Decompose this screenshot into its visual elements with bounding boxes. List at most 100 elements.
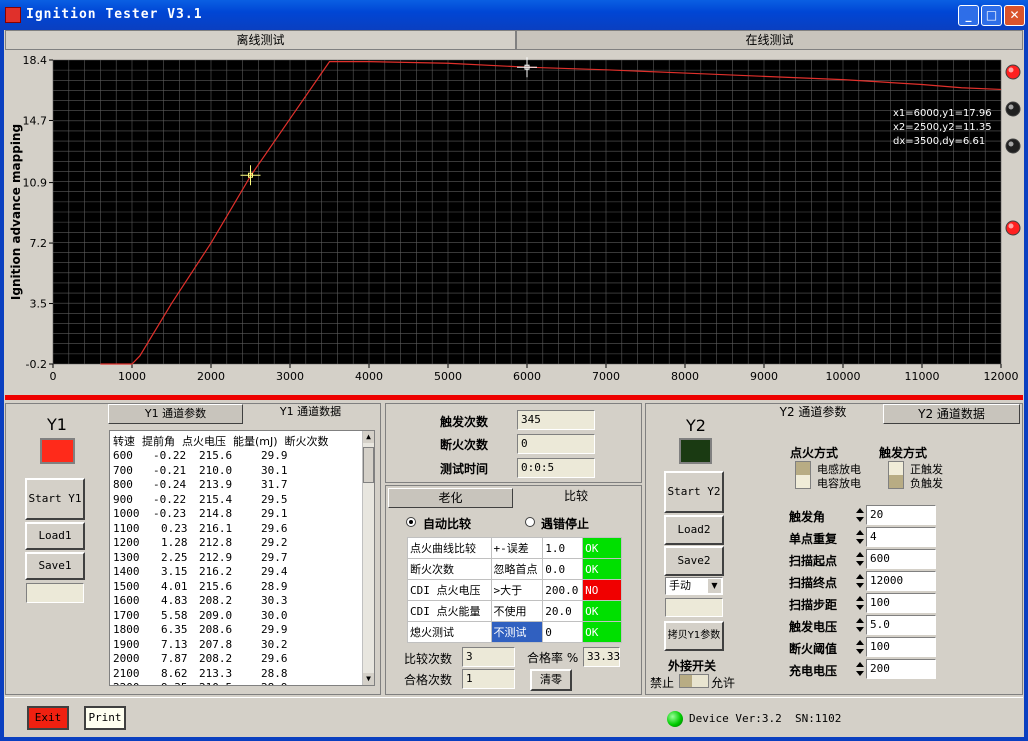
scroll-down-icon[interactable]: ▼ bbox=[363, 673, 374, 685]
list-scrollbar[interactable]: ▲ ▼ bbox=[362, 431, 374, 685]
x-tick-label: 4000 bbox=[355, 370, 383, 383]
device-info: Device Ver:3.2 SN:1102 bbox=[689, 712, 842, 725]
spin-down-icon[interactable] bbox=[856, 649, 864, 654]
compare-cell-value[interactable]: 0.0 bbox=[542, 558, 584, 580]
compare-cell-mode[interactable]: +-误差 bbox=[490, 537, 544, 559]
list-cell: 800 bbox=[113, 478, 133, 491]
param-spinner[interactable] bbox=[856, 506, 865, 526]
list-cell: 213.9 bbox=[199, 478, 233, 491]
chevron-down-icon[interactable]: ▼ bbox=[708, 579, 721, 593]
save1-button[interactable]: Save1 bbox=[25, 552, 85, 580]
tab-y1-params[interactable]: Y1 通道参数 bbox=[108, 404, 243, 424]
spin-down-icon[interactable] bbox=[856, 561, 864, 566]
y2-status-led bbox=[679, 438, 712, 464]
save2-button[interactable]: Save2 bbox=[664, 546, 724, 576]
param-input[interactable]: 100 bbox=[866, 637, 936, 657]
param-spinner[interactable] bbox=[856, 616, 865, 636]
param-input[interactable]: 200 bbox=[866, 659, 936, 679]
cursor-annotation: x2=2500,y2=11.35 bbox=[893, 122, 992, 133]
param-input[interactable]: 12000 bbox=[866, 571, 936, 591]
list-cell: 210.5 bbox=[199, 681, 232, 685]
compare-cell-result[interactable]: OK bbox=[582, 537, 622, 559]
list-cell: 31.7 bbox=[261, 478, 288, 491]
scroll-up-icon[interactable]: ▲ bbox=[363, 431, 374, 443]
scroll-thumb[interactable] bbox=[363, 447, 374, 483]
param-input[interactable]: 20 bbox=[866, 505, 936, 525]
spin-down-icon[interactable] bbox=[856, 627, 864, 632]
param-input[interactable]: 5.0 bbox=[866, 615, 936, 635]
list-cell: 208.6 bbox=[199, 623, 233, 636]
compare-cell-result[interactable]: OK bbox=[582, 558, 622, 580]
tab-y2-params[interactable]: Y2 通道参数 bbox=[743, 402, 883, 424]
x-tick-label: 10000 bbox=[826, 370, 861, 383]
disable-label: 禁止 bbox=[650, 676, 675, 690]
param-spinner[interactable] bbox=[856, 594, 865, 614]
param-spinner[interactable] bbox=[856, 638, 865, 658]
compare-cell-mode[interactable]: 不测试 bbox=[490, 621, 544, 643]
spin-down-icon[interactable] bbox=[856, 583, 864, 588]
list-cell: 1.28 bbox=[161, 536, 188, 549]
param-spinner[interactable] bbox=[856, 550, 865, 570]
spin-up-icon[interactable] bbox=[856, 662, 864, 667]
close-button[interactable]: ✕ bbox=[1004, 5, 1025, 26]
print-button[interactable]: Print bbox=[84, 706, 126, 730]
compare-cell-result[interactable]: NO bbox=[582, 579, 622, 601]
param-input[interactable]: 600 bbox=[866, 549, 936, 569]
compare-cell-mode[interactable]: 不使用 bbox=[490, 600, 544, 622]
minimize-button[interactable]: _ bbox=[958, 5, 979, 26]
spin-up-icon[interactable] bbox=[856, 508, 864, 513]
spin-up-icon[interactable] bbox=[856, 618, 864, 623]
compare-cell-value[interactable]: 200.0 bbox=[542, 579, 584, 601]
spin-down-icon[interactable] bbox=[856, 605, 864, 610]
param-label: 触发角 bbox=[789, 510, 826, 524]
ign-mode-switch[interactable] bbox=[795, 461, 811, 489]
tab-aging[interactable]: 老化 bbox=[388, 488, 513, 508]
compare-cell-mode[interactable]: 忽略首点 bbox=[490, 558, 544, 580]
list-cell: 7.13 bbox=[161, 637, 188, 651]
copy-y1-params-button[interactable]: 拷贝Y1参数 bbox=[664, 621, 724, 651]
spin-up-icon[interactable] bbox=[856, 552, 864, 557]
trig-mode-switch[interactable] bbox=[888, 461, 904, 489]
spin-down-icon[interactable] bbox=[856, 539, 864, 544]
param-spinner[interactable] bbox=[856, 528, 865, 548]
tab-online-test[interactable]: 在线测试 bbox=[516, 30, 1023, 50]
spin-down-icon[interactable] bbox=[856, 517, 864, 522]
spin-up-icon[interactable] bbox=[856, 530, 864, 535]
compare-cell-value[interactable]: 0 bbox=[542, 621, 584, 643]
list-cell: 29.6 bbox=[261, 652, 288, 665]
param-spinner[interactable] bbox=[856, 572, 865, 592]
tab-compare[interactable]: 比较 bbox=[513, 486, 639, 508]
compare-cell-value[interactable]: 20.0 bbox=[542, 600, 584, 622]
param-input[interactable]: 4 bbox=[866, 527, 936, 547]
param-spinner[interactable] bbox=[856, 660, 865, 680]
load1-button[interactable]: Load1 bbox=[25, 522, 85, 550]
spin-up-icon[interactable] bbox=[856, 574, 864, 579]
clear-button[interactable]: 清零 bbox=[530, 669, 572, 691]
start-y1-button[interactable]: Start Y1 bbox=[25, 478, 85, 520]
maximize-button[interactable]: □ bbox=[981, 5, 1002, 26]
ext-switch-toggle[interactable] bbox=[679, 674, 709, 688]
start-y2-button[interactable]: Start Y2 bbox=[664, 471, 724, 513]
y1-title: Y1 bbox=[47, 415, 67, 434]
load2-button[interactable]: Load2 bbox=[664, 515, 724, 545]
compare-cell-mode[interactable]: >大于 bbox=[490, 579, 544, 601]
indicator-led-highlight bbox=[1008, 223, 1014, 229]
param-input[interactable]: 100 bbox=[866, 593, 936, 613]
spin-up-icon[interactable] bbox=[856, 596, 864, 601]
x-tick-label: 11000 bbox=[905, 370, 940, 383]
radio-auto-compare[interactable] bbox=[406, 517, 416, 527]
tab-offline-test[interactable]: 离线测试 bbox=[5, 30, 516, 50]
compare-cell-result[interactable]: OK bbox=[582, 621, 622, 643]
compare-cell-result[interactable]: OK bbox=[582, 600, 622, 622]
list-cell: 1300 bbox=[113, 550, 140, 564]
radio-stop-on-error[interactable] bbox=[525, 517, 535, 527]
spin-down-icon[interactable] bbox=[856, 671, 864, 676]
mode-select[interactable]: 手动 ▼ bbox=[665, 577, 723, 595]
compare-cell-name: 点火曲线比较 bbox=[407, 537, 492, 559]
tab-y1-data[interactable]: Y1 通道数据 bbox=[243, 402, 378, 424]
exit-button[interactable]: Exit bbox=[27, 706, 69, 730]
spin-up-icon[interactable] bbox=[856, 640, 864, 645]
compare-cell-value[interactable]: 1.0 bbox=[542, 537, 584, 559]
tab-y2-data[interactable]: Y2 通道数据 bbox=[883, 404, 1020, 424]
y1-data-list[interactable]: 转速 提前角 点火电压 能量(mJ) 断火次数 600 -0.22 215.6 29.… bbox=[109, 430, 375, 686]
